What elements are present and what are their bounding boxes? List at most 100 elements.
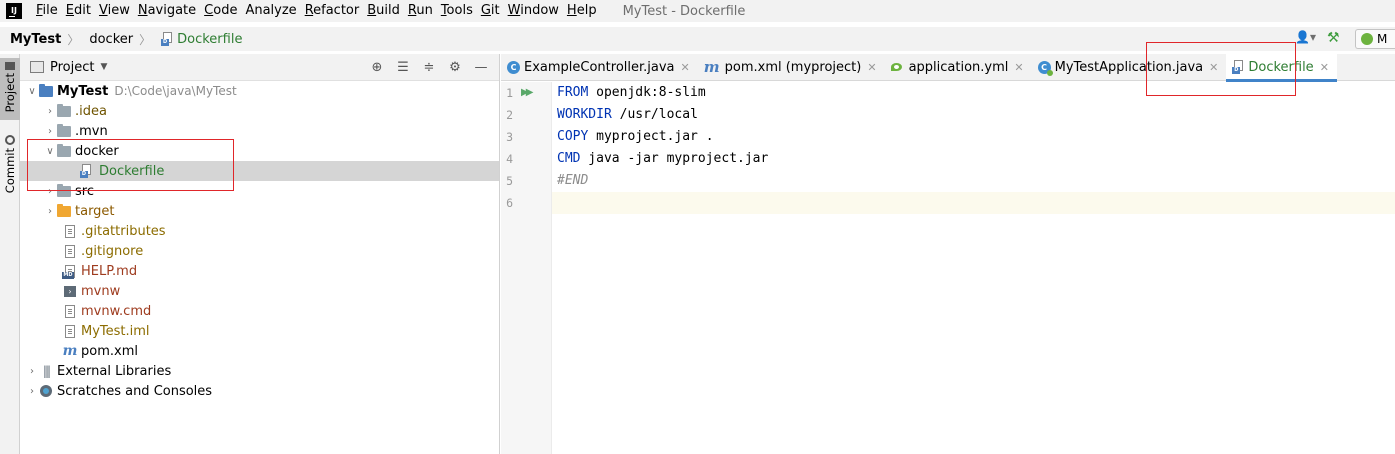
tree-item-gitattributes[interactable]: .gitattributes	[20, 221, 499, 241]
folder-icon	[5, 62, 15, 70]
chevron-right-icon[interactable]: ›	[44, 126, 56, 137]
close-icon[interactable]: ✕	[681, 61, 690, 74]
tab-dockerfile[interactable]: D Dockerfile ✕	[1226, 53, 1337, 82]
tree-item-external-libraries[interactable]: › ||| External Libraries	[20, 361, 499, 381]
chevron-right-icon[interactable]: ›	[26, 366, 38, 377]
spring-yml-icon	[890, 61, 905, 73]
close-icon[interactable]: ✕	[1209, 61, 1218, 74]
menu-file[interactable]: File	[32, 0, 62, 22]
folder-icon	[56, 123, 72, 139]
breadcrumb-file[interactable]: D Dockerfile	[151, 32, 242, 47]
module-file-icon	[62, 323, 78, 339]
tree-item-src[interactable]: › src	[20, 181, 499, 201]
locate-file-icon[interactable]: ⊕	[367, 58, 387, 78]
line-number: 4	[506, 152, 513, 166]
chevron-right-icon[interactable]: ›	[44, 106, 56, 117]
menu-code[interactable]: Code	[200, 0, 241, 22]
code-line[interactable]: WORKDIR /usr/local	[552, 104, 1395, 126]
menu-help[interactable]: Help	[563, 0, 601, 22]
folder-icon	[56, 143, 72, 159]
menu-view[interactable]: View	[95, 0, 134, 22]
text-file-icon	[62, 223, 78, 239]
close-icon[interactable]: ✕	[867, 61, 876, 74]
tab-pom-xml[interactable]: m pom.xml (myproject) ✕	[698, 54, 885, 81]
spring-class-icon: C	[1037, 60, 1053, 76]
commit-icon	[5, 135, 15, 145]
class-icon: C	[507, 60, 520, 74]
menu-tools[interactable]: Tools	[437, 0, 477, 22]
line-number: 3	[506, 130, 513, 144]
breadcrumb-folder[interactable]: docker	[79, 32, 133, 47]
menu-navigate[interactable]: Navigate	[134, 0, 200, 22]
window-title: MyTest - Dockerfile	[622, 3, 746, 19]
run-gutter-icon[interactable]: ▶▶	[521, 87, 534, 98]
menu-refactor[interactable]: Refactor	[301, 0, 364, 22]
line-number: 1	[506, 86, 513, 100]
tree-item-iml[interactable]: MyTest.iml	[20, 321, 499, 341]
project-view-icon	[30, 61, 44, 73]
tree-item-mvn[interactable]: › .mvn	[20, 121, 499, 141]
docker-file-icon: D	[1232, 60, 1245, 74]
chevron-right-icon[interactable]: ›	[44, 186, 56, 197]
tree-item-dockerfile[interactable]: D Dockerfile	[20, 161, 499, 181]
tree-item-gitignore[interactable]: .gitignore	[20, 241, 499, 261]
tree-item-docker[interactable]: ∨ docker	[20, 141, 499, 161]
code-line[interactable]: CMD java -jar myproject.jar	[552, 148, 1395, 170]
maven-icon: m	[62, 343, 78, 359]
settings-gear-icon[interactable]: ⚙	[445, 58, 465, 78]
user-account-icon[interactable]: 👤▾	[1295, 30, 1317, 48]
menu-bar: IJ File Edit View Navigate Code Analyze …	[0, 0, 1395, 22]
navigation-bar: MyTest 〉 docker 〉 D Dockerfile 👤▾ ⚒ M	[0, 27, 1395, 51]
menu-window[interactable]: Window	[504, 0, 563, 22]
module-folder-icon	[38, 83, 54, 99]
expand-all-icon[interactable]: ☰	[393, 58, 413, 78]
hide-panel-icon[interactable]: —	[471, 58, 491, 78]
commit-tool-button[interactable]: Commit	[0, 132, 20, 194]
editor-tab-bar: C ExampleController.java ✕ m pom.xml (my…	[501, 53, 1395, 82]
close-icon[interactable]: ✕	[1014, 61, 1023, 74]
chevron-down-icon[interactable]: ∨	[44, 146, 56, 157]
code-editor[interactable]: FROM openjdk:8-slim WORKDIR /usr/local C…	[552, 82, 1395, 454]
code-line-current[interactable]	[552, 192, 1395, 214]
tab-mytest-application[interactable]: C MyTestApplication.java ✕	[1032, 54, 1227, 81]
line-number: 5	[506, 174, 513, 188]
run-configuration-selector[interactable]: M	[1355, 29, 1395, 49]
build-hammer-icon[interactable]: ⚒	[1327, 30, 1347, 48]
close-icon[interactable]: ✕	[1320, 61, 1329, 74]
project-panel-header: Project ▼ ⊕ ☰ ≑ ⚙ —	[20, 54, 499, 81]
menu-git[interactable]: Git	[477, 0, 504, 22]
tab-example-controller[interactable]: C ExampleController.java ✕	[501, 54, 698, 81]
tree-item-mvnw[interactable]: › mvnw	[20, 281, 499, 301]
editor-gutter: 1 ▶▶ 2 3 4 5 6	[501, 82, 552, 454]
code-line[interactable]: #END	[552, 170, 1395, 192]
code-line[interactable]: FROM openjdk:8-slim	[552, 82, 1395, 104]
project-tool-button[interactable]: Project	[0, 58, 20, 120]
tree-item-mvnw-cmd[interactable]: mvnw.cmd	[20, 301, 499, 321]
ignore-file-icon	[62, 243, 78, 259]
text-file-icon	[62, 303, 78, 319]
tab-application-yml[interactable]: application.yml ✕	[885, 54, 1032, 81]
project-panel-title[interactable]: Project	[50, 60, 94, 75]
line-number: 2	[506, 108, 513, 122]
chevron-down-icon[interactable]: ∨	[26, 86, 38, 97]
chevron-down-icon[interactable]: ▼	[100, 62, 107, 72]
tree-item-pom[interactable]: m pom.xml	[20, 341, 499, 361]
collapse-all-icon[interactable]: ≑	[419, 58, 439, 78]
tree-item-root[interactable]: ∨ MyTest D:\Code\java\MyTest	[20, 81, 499, 101]
tree-item-target[interactable]: › target	[20, 201, 499, 221]
chevron-right-icon[interactable]: ›	[26, 386, 38, 397]
line-number: 6	[506, 196, 513, 210]
menu-edit[interactable]: Edit	[62, 0, 95, 22]
breadcrumb-project[interactable]: MyTest	[0, 32, 61, 47]
code-line[interactable]: COPY myproject.jar .	[552, 126, 1395, 148]
menu-build[interactable]: Build	[363, 0, 404, 22]
tree-item-scratches[interactable]: › Scratches and Consoles	[20, 381, 499, 401]
tree-item-idea[interactable]: › .idea	[20, 101, 499, 121]
tree-item-help-md[interactable]: MD HELP.md	[20, 261, 499, 281]
menu-run[interactable]: Run	[404, 0, 437, 22]
chevron-right-icon[interactable]: ›	[44, 206, 56, 217]
menu-analyze[interactable]: Analyze	[241, 0, 300, 22]
maven-icon: m	[703, 58, 720, 76]
scratches-icon	[38, 383, 54, 399]
excluded-folder-icon	[56, 203, 72, 219]
